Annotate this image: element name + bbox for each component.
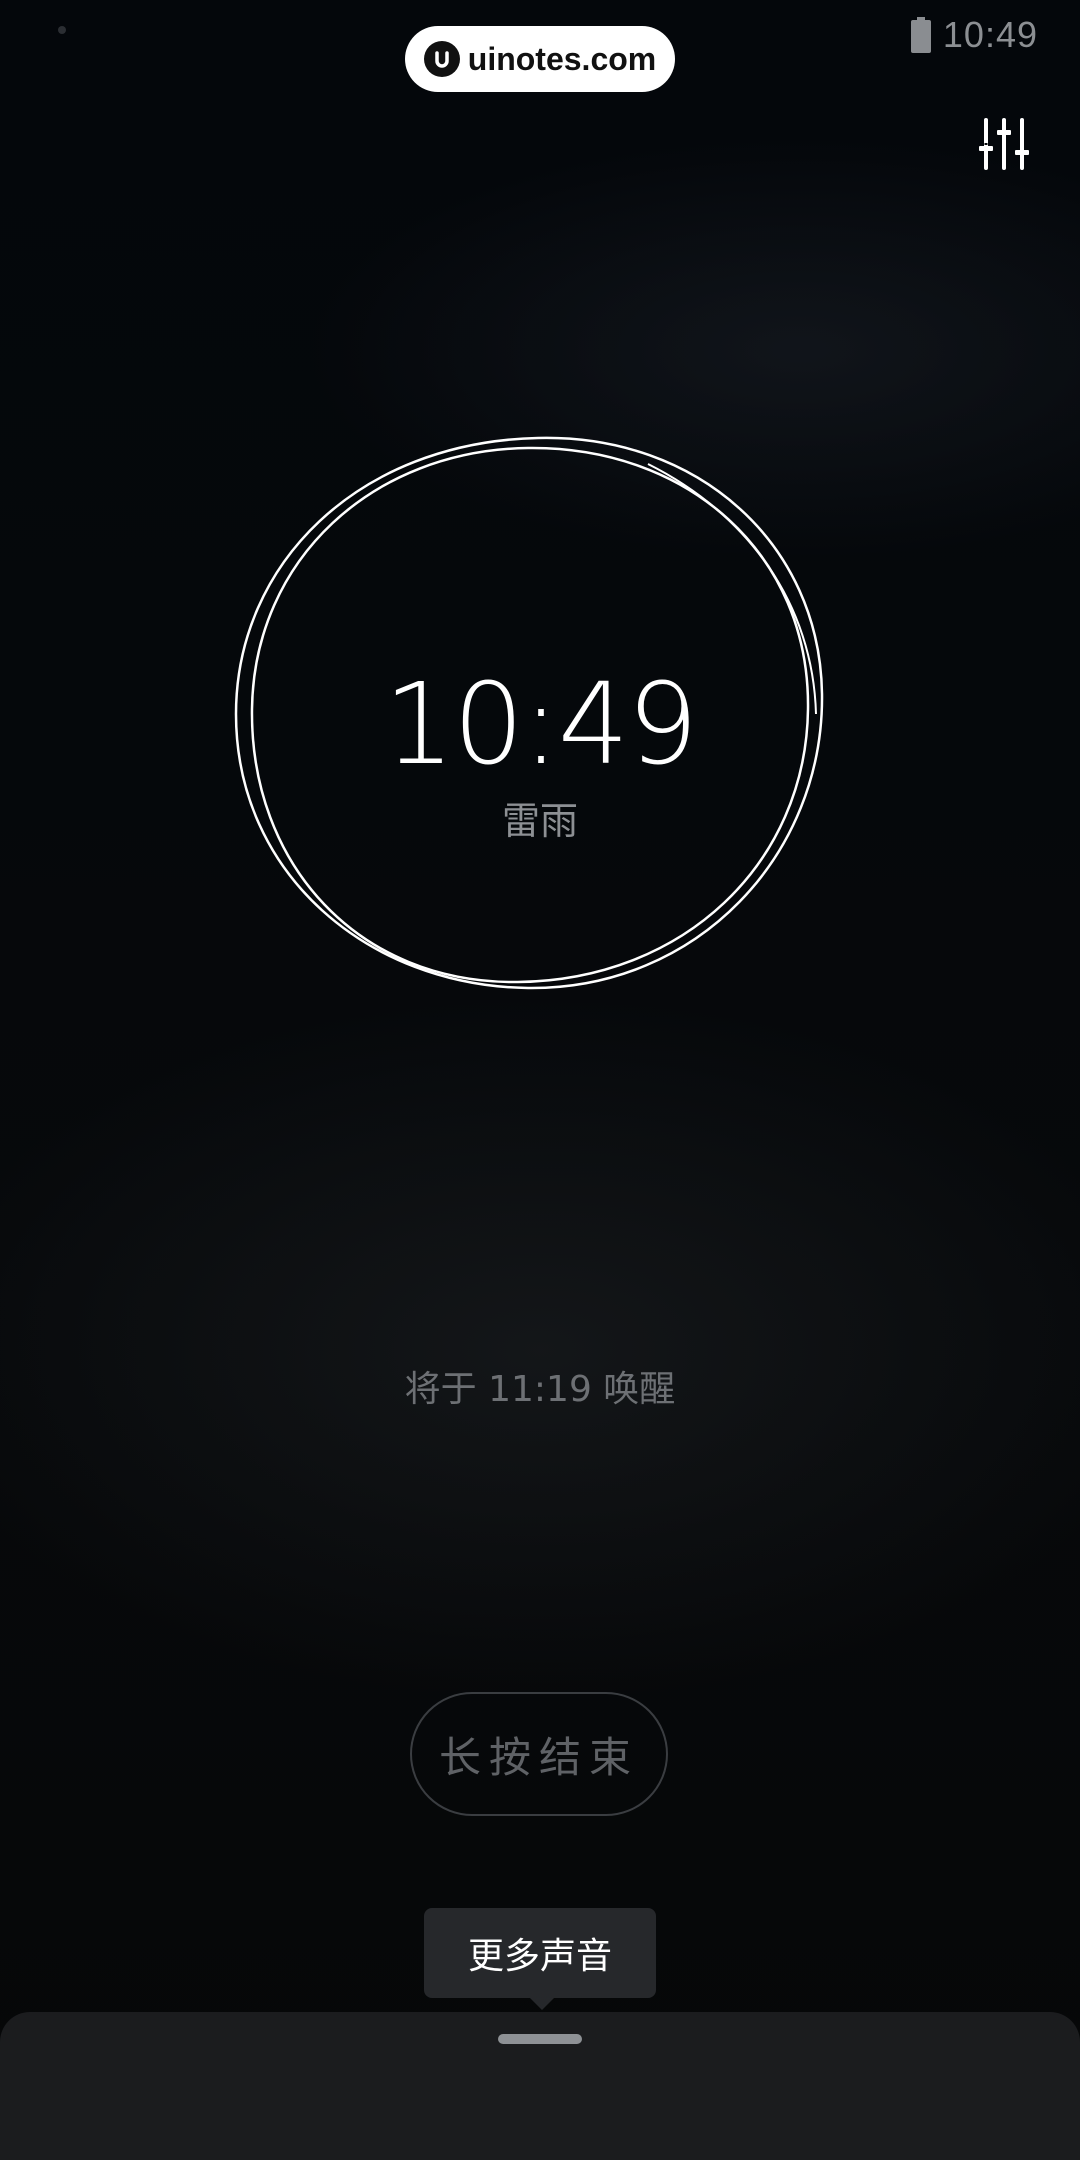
status-indicator-dot <box>58 26 66 34</box>
clock-time: 10:49 <box>383 660 699 790</box>
status-bar: 10:49 <box>910 10 1038 60</box>
battery-icon <box>910 17 931 53</box>
watermark-text: uinotes.com <box>467 40 657 77</box>
status-time: 10:49 <box>942 14 1038 55</box>
watermark-badge: uinotes.com <box>405 26 675 92</box>
sound-settings-button[interactable] <box>968 108 1040 180</box>
more-sounds-tooltip[interactable]: 更多声音 <box>424 1908 656 1998</box>
background <box>0 0 1080 2160</box>
uinotes-logo-icon <box>423 41 460 77</box>
long-press-end-button[interactable]: 长按结束 <box>410 1692 668 1816</box>
sound-name: 雷雨 <box>501 799 578 843</box>
wake-time-text: 将于 11:19 唤醒 <box>404 1369 676 1410</box>
bottom-sheet-handle[interactable] <box>498 2034 582 2044</box>
tooltip-arrow <box>528 1996 556 2010</box>
sliders-icon <box>979 118 1029 170</box>
